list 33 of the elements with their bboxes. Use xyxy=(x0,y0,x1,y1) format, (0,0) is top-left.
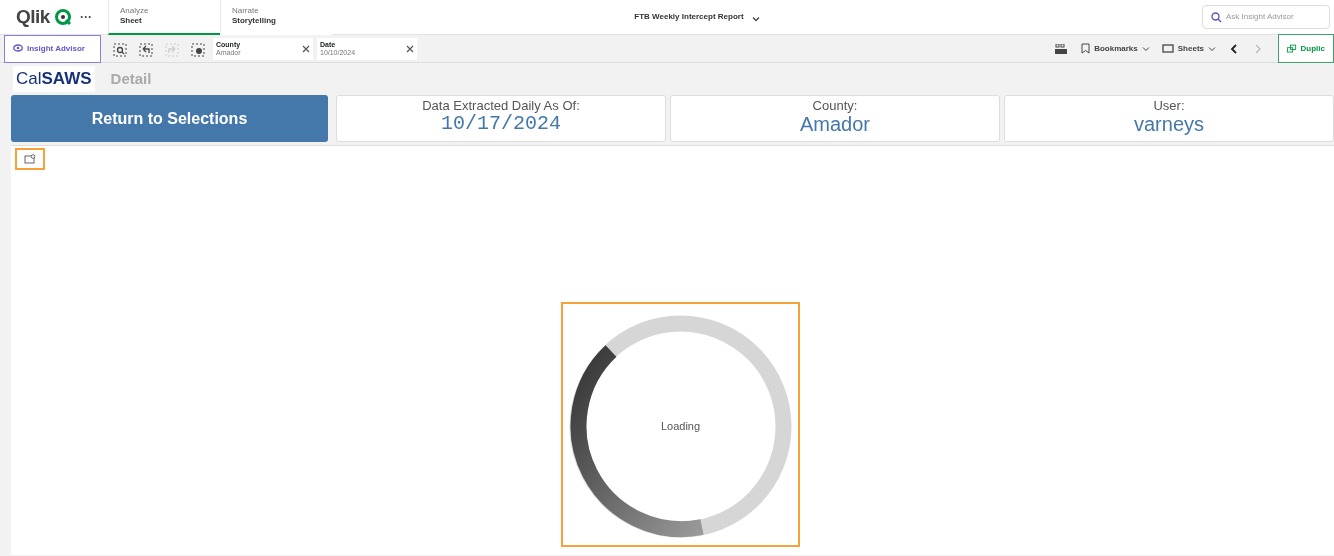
insight-advisor-button[interactable]: Insight Advisor xyxy=(4,34,101,63)
kpi-value: varneys xyxy=(1133,113,1205,136)
brand-logo: CalSAWS xyxy=(13,66,95,92)
duplicate-button[interactable]: Duplic xyxy=(1278,34,1334,63)
chevron-down-icon xyxy=(1208,44,1216,53)
app-logo[interactable]: Qlik xyxy=(16,2,50,32)
logo-mark-icon xyxy=(53,8,72,26)
mode-tab[interactable]: Narrate Storytelling xyxy=(219,0,332,35)
duplicate-icon xyxy=(1287,43,1297,54)
mode-tab[interactable]: Analyze Sheet xyxy=(107,0,220,35)
return-to-selections-button[interactable]: Return to Selections xyxy=(11,95,328,142)
kpi-label: Data Extracted Daily As Of: xyxy=(421,97,581,114)
search-icon xyxy=(1211,11,1222,23)
report-title[interactable]: FTB Weekly Intercept Report xyxy=(634,11,744,23)
chevron-down-icon[interactable] xyxy=(751,15,760,23)
kpi-value: 10/17/2024 xyxy=(440,113,562,136)
grid-icon[interactable] xyxy=(1055,43,1068,54)
loading-text: Loading xyxy=(660,420,701,432)
close-icon[interactable] xyxy=(302,44,310,53)
kpi-value: Amador xyxy=(799,113,871,136)
kpi-label: User: xyxy=(1152,97,1186,114)
bookmark-icon xyxy=(1081,43,1091,54)
kpi-label: County: xyxy=(811,97,859,114)
previous-icon[interactable] xyxy=(1230,43,1238,54)
snapshot-icon xyxy=(24,154,36,164)
sheets-button[interactable]: Sheets xyxy=(1155,41,1222,56)
more-menu[interactable]: ··· xyxy=(79,8,92,26)
sheet-icon xyxy=(1161,43,1174,54)
eye-icon xyxy=(13,44,23,53)
close-icon[interactable] xyxy=(406,44,414,53)
chevron-down-icon xyxy=(1141,44,1150,53)
bookmarks-button[interactable]: Bookmarks xyxy=(1075,41,1156,56)
sheet-title: Detail xyxy=(110,68,152,89)
